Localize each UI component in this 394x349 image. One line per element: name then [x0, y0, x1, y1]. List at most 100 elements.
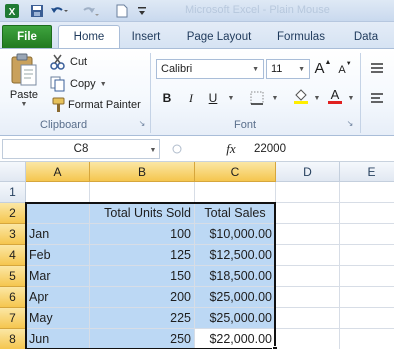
cell-d7[interactable] [276, 308, 340, 329]
font-color-dropdown-icon[interactable]: ▼ [342, 89, 360, 107]
borders-button[interactable] [248, 89, 266, 107]
shrink-font-button[interactable]: A ▼ [336, 61, 354, 79]
cell-a8[interactable]: Jun [26, 329, 90, 349]
tab-data[interactable]: Data [344, 25, 388, 48]
cell-a3[interactable]: Jan [26, 224, 90, 245]
name-box[interactable]: C8 [2, 139, 160, 159]
italic-button[interactable]: I [182, 89, 200, 107]
name-box-dropdown-icon[interactable]: ▼ [144, 141, 162, 159]
tab-formulas[interactable]: Formulas [268, 25, 334, 48]
tab-file[interactable]: File [2, 25, 52, 48]
cell-a2[interactable] [26, 203, 90, 224]
cut-button[interactable]: Cut [50, 53, 87, 71]
underline-dropdown-icon[interactable]: ▼ [222, 89, 240, 107]
row-header-6[interactable]: 6 [0, 287, 26, 308]
cell-e1[interactable] [340, 182, 394, 203]
bold-button[interactable]: B [158, 89, 176, 107]
cell-c3[interactable]: $10,000.00 [195, 224, 276, 245]
cell-e8[interactable] [340, 329, 394, 349]
paste-dropdown-icon[interactable]: ▼ [21, 101, 28, 108]
cell-c2[interactable]: Total Sales [195, 203, 276, 224]
align-top-button[interactable] [368, 59, 386, 77]
cell-b8[interactable]: 250 [90, 329, 195, 349]
cell-a4[interactable]: Feb [26, 245, 90, 266]
cell-e5[interactable] [340, 266, 394, 287]
cell-b4[interactable]: 125 [90, 245, 195, 266]
font-dialog-launcher-icon[interactable]: ↘ [344, 117, 356, 129]
font-name-dropdown-icon[interactable]: ▼ [252, 66, 263, 73]
column-header-d[interactable]: D [276, 162, 340, 182]
font-size-combo[interactable]: 11 ▼ [266, 59, 310, 79]
cell-e2[interactable] [340, 203, 394, 224]
clipboard-dialog-launcher-icon[interactable]: ↘ [136, 117, 148, 129]
format-painter-icon [52, 97, 65, 112]
cell-c5[interactable]: $18,500.00 [195, 266, 276, 287]
align-left-button[interactable] [368, 89, 386, 107]
cell-a7[interactable]: May [26, 308, 90, 329]
row-header-5[interactable]: 5 [0, 266, 26, 287]
cell-e7[interactable] [340, 308, 394, 329]
fill-color-dropdown-icon[interactable]: ▼ [308, 89, 326, 107]
paste-button[interactable]: Paste ▼ [4, 53, 44, 113]
row-header-3[interactable]: 3 [0, 224, 26, 245]
formula-bar-resize-icon[interactable] [170, 140, 184, 158]
redo-icon[interactable] [78, 2, 100, 20]
cell-c8[interactable]: $22,000.00 [195, 329, 276, 349]
cell-d3[interactable] [276, 224, 340, 245]
cell-b1[interactable] [90, 182, 195, 203]
cell-d2[interactable] [276, 203, 340, 224]
cell-d6[interactable] [276, 287, 340, 308]
tab-insert[interactable]: Insert [122, 25, 170, 48]
save-icon[interactable] [28, 2, 46, 20]
grow-font-button[interactable]: A ▲ [314, 59, 332, 77]
copy-dropdown-icon[interactable]: ▼ [100, 81, 107, 88]
new-document-icon[interactable] [114, 2, 130, 20]
cell-d4[interactable] [276, 245, 340, 266]
tab-home[interactable]: Home [58, 25, 120, 48]
font-group-label: Font [234, 119, 257, 131]
title-bar: X Microsoft Excel - Plain Mouse [0, 0, 394, 22]
row-header-7[interactable]: 7 [0, 308, 26, 329]
row-header-4[interactable]: 4 [0, 245, 26, 266]
cell-e3[interactable] [340, 224, 394, 245]
cell-c7[interactable]: $25,000.00 [195, 308, 276, 329]
column-header-e[interactable]: E [340, 162, 394, 182]
underline-button[interactable]: U [204, 89, 222, 107]
font-name-combo[interactable]: Calibri ▼ [156, 59, 264, 79]
font-size-value: 11 [271, 63, 283, 75]
paint-bucket-icon [294, 89, 308, 104]
cell-d1[interactable] [276, 182, 340, 203]
cell-a1[interactable] [26, 182, 90, 203]
cell-b6[interactable]: 200 [90, 287, 195, 308]
cell-b7[interactable]: 225 [90, 308, 195, 329]
column-header-a[interactable]: A [26, 162, 90, 182]
font-size-dropdown-icon[interactable]: ▼ [298, 66, 309, 73]
cell-b3[interactable]: 100 [90, 224, 195, 245]
format-painter-button[interactable]: Format Painter [50, 96, 141, 114]
formula-input[interactable] [248, 139, 394, 159]
borders-dropdown-icon[interactable]: ▼ [266, 89, 284, 107]
cell-d5[interactable] [276, 266, 340, 287]
cell-b5[interactable]: 150 [90, 266, 195, 287]
tab-page-layout[interactable]: Page Layout [180, 25, 258, 48]
cell-b2[interactable]: Total Units Sold [90, 203, 195, 224]
cell-a5[interactable]: Mar [26, 266, 90, 287]
row-header-2[interactable]: 2 [0, 203, 26, 224]
insert-function-button[interactable]: fx [222, 140, 240, 158]
cell-c6[interactable]: $25,000.00 [195, 287, 276, 308]
column-header-c[interactable]: C [195, 162, 276, 182]
select-all-corner[interactable] [0, 162, 26, 182]
row-header-1[interactable]: 1 [0, 182, 26, 203]
column-header-b[interactable]: B [90, 162, 195, 182]
cell-e4[interactable] [340, 245, 394, 266]
cell-d8[interactable] [276, 329, 340, 349]
copy-button[interactable]: Copy ▼ [50, 75, 107, 93]
cell-a6[interactable]: Apr [26, 287, 90, 308]
row-header-8[interactable]: 8 [0, 329, 26, 349]
customize-qat-icon[interactable] [136, 2, 148, 20]
undo-icon[interactable] [48, 2, 70, 20]
cell-c4[interactable]: $12,500.00 [195, 245, 276, 266]
excel-icon[interactable]: X [2, 2, 22, 20]
cell-c1[interactable] [195, 182, 276, 203]
cell-e6[interactable] [340, 287, 394, 308]
